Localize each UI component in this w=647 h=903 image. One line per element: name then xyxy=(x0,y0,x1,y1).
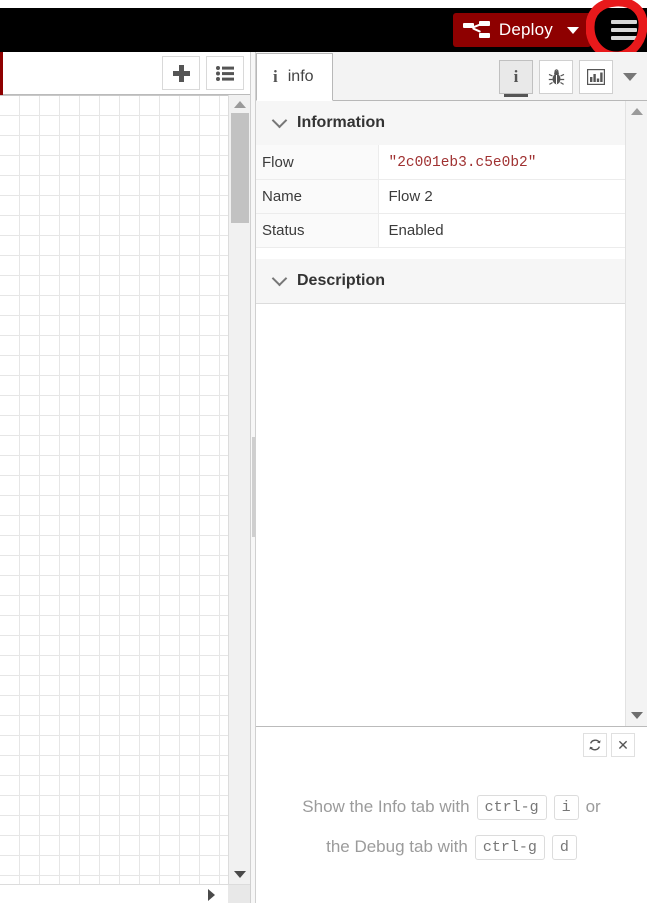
tip-text: Show the Info tab with xyxy=(302,797,470,816)
tip-panel: ✕ Show the Info tab with ctrl-g i or the… xyxy=(256,726,647,903)
scrollbar-thumb[interactable] xyxy=(231,113,249,223)
tip-text: the Debug tab with xyxy=(326,837,468,856)
sidebar-tab-bar: i info i xyxy=(256,52,647,101)
flow-canvas[interactable] xyxy=(0,95,228,884)
tip-refresh-button[interactable] xyxy=(583,733,607,757)
tip-close-button[interactable]: ✕ xyxy=(611,733,635,757)
active-tab-indicator xyxy=(0,52,3,95)
info-i-icon: i xyxy=(513,67,519,86)
sidebar-tab-label: info xyxy=(287,68,314,85)
kbd-d: d xyxy=(551,834,577,860)
resize-grip xyxy=(252,437,255,537)
scrollbar-corner xyxy=(228,885,250,903)
sidebar-icon-dashboard[interactable] xyxy=(579,60,613,94)
refresh-icon xyxy=(589,739,601,751)
tip-text: or xyxy=(585,797,601,816)
sidebar-tab-info[interactable]: i info xyxy=(256,53,333,101)
deploy-button-label: Deploy xyxy=(498,20,553,39)
chevron-down-icon[interactable] xyxy=(567,26,579,34)
triangle-right-icon[interactable] xyxy=(208,889,215,901)
canvas-vertical-scrollbar[interactable] xyxy=(228,95,250,884)
flow-info-table: Flow "2c001eb3.c5e0b2" Name Flow 2 Statu… xyxy=(256,145,625,248)
table-row: Name Flow 2 xyxy=(256,179,625,214)
deploy-button[interactable]: Deploy xyxy=(452,13,591,47)
row-value: "2c001eb3.c5e0b2" xyxy=(378,145,625,180)
info-i-icon: i xyxy=(273,67,278,86)
section-header-description[interactable]: Description xyxy=(256,259,647,303)
sidebar-tab-icons: i xyxy=(499,60,647,100)
triangle-up-icon[interactable] xyxy=(631,108,643,115)
row-key: Flow xyxy=(256,145,379,180)
flow-id-value: "2c001eb3.c5e0b2" xyxy=(388,155,537,171)
sidebar-scrollbar[interactable] xyxy=(625,101,647,726)
section-header-information[interactable]: Information xyxy=(256,101,647,145)
bar-chart-icon xyxy=(587,69,605,85)
section-title: Information xyxy=(297,114,385,131)
add-flow-button[interactable] xyxy=(162,56,200,90)
close-icon: ✕ xyxy=(617,736,629,753)
canvas-horizontal-scrollbar[interactable] xyxy=(0,884,250,903)
table-row: Flow "2c001eb3.c5e0b2" xyxy=(256,145,625,180)
deploy-flow-icon xyxy=(462,20,493,40)
row-key: Name xyxy=(256,179,379,214)
flow-tab-bar xyxy=(0,52,250,95)
app-header: Deploy xyxy=(0,8,647,52)
table-row: Status Enabled xyxy=(256,213,625,248)
sidebar-icon-debug[interactable] xyxy=(539,60,573,94)
tip-message: Show the Info tab with ctrl-g i or the D… xyxy=(256,757,647,867)
chevron-down-icon xyxy=(271,112,288,129)
chevron-down-icon xyxy=(271,270,288,287)
flow-list-button[interactable] xyxy=(206,56,244,90)
tip-line-2: the Debug tab with ctrl-g d xyxy=(256,827,647,867)
node-red-editor: Deploy i info i Information Flow "2c001e… xyxy=(0,0,647,903)
plus-icon xyxy=(172,64,190,82)
tip-toolbar: ✕ xyxy=(256,727,647,757)
bug-icon xyxy=(548,68,564,85)
chevron-down-icon[interactable] xyxy=(623,73,637,81)
section-title: Description xyxy=(297,272,386,289)
sidebar: i info i Information Flow "2c001eb3.c5e0… xyxy=(256,52,647,903)
hamburger-menu-icon xyxy=(611,16,637,44)
triangle-up-icon[interactable] xyxy=(234,101,246,108)
row-value: Enabled xyxy=(378,213,625,248)
sidebar-content: Information Flow "2c001eb3.c5e0b2" Name … xyxy=(256,101,647,726)
row-key: Status xyxy=(256,213,379,248)
tip-line-1: Show the Info tab with ctrl-g i or xyxy=(256,787,647,827)
list-icon xyxy=(216,65,234,81)
kbd-i: i xyxy=(553,794,579,820)
kbd-ctrl-g: ctrl-g xyxy=(476,794,547,820)
flow-workspace xyxy=(0,52,250,903)
sidebar-icon-info[interactable]: i xyxy=(499,60,533,97)
description-body xyxy=(256,303,647,655)
main-menu-button[interactable] xyxy=(601,8,647,52)
triangle-down-icon[interactable] xyxy=(631,712,643,719)
triangle-down-icon[interactable] xyxy=(234,871,246,878)
row-value: Flow 2 xyxy=(378,179,625,214)
kbd-ctrl-g: ctrl-g xyxy=(474,834,545,860)
